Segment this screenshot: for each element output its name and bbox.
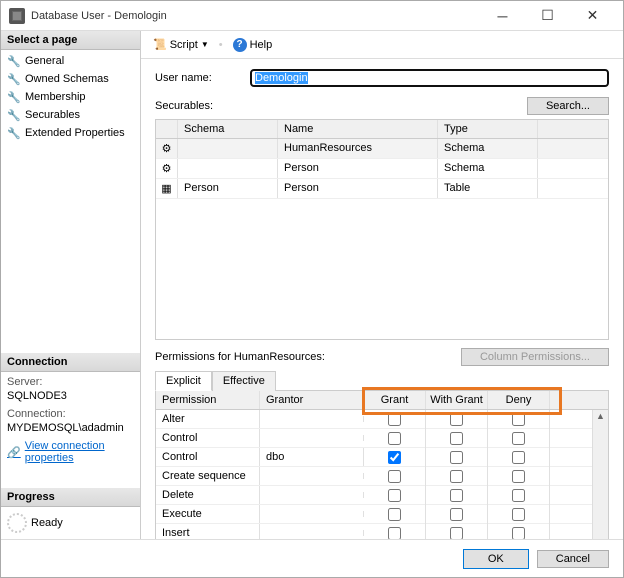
script-icon: 📜 [153, 38, 167, 51]
deny-checkbox[interactable] [512, 451, 525, 464]
grant-checkbox[interactable] [388, 413, 401, 426]
securable-row[interactable]: ⚙HumanResourcesSchema [156, 139, 608, 159]
schema-icon: ⚙ [156, 159, 178, 178]
help-button[interactable]: ? Help [229, 36, 277, 54]
chevron-down-icon: ▼ [201, 40, 209, 49]
tab-effective[interactable]: Effective [212, 371, 276, 391]
maximize-button[interactable]: ☐ [525, 1, 570, 30]
permission-row[interactable]: Create sequence [156, 467, 592, 486]
deny-checkbox[interactable] [512, 489, 525, 502]
permissions-grid: Permission Grantor Grant With Grant Deny… [155, 391, 609, 539]
deny-checkbox[interactable] [512, 432, 525, 445]
permission-row[interactable]: Execute [156, 505, 592, 524]
grant-checkbox[interactable] [388, 489, 401, 502]
connection-icon: 🔗 [7, 445, 21, 459]
col-with-grant[interactable]: With Grant [426, 391, 488, 409]
connection-header: Connection [1, 353, 140, 372]
securables-grid: Schema Name Type ⚙HumanResourcesSchema⚙P… [155, 119, 609, 340]
progress-status: Ready [31, 517, 63, 529]
help-icon: ? [233, 38, 247, 52]
deny-checkbox[interactable] [512, 470, 525, 483]
tab-explicit[interactable]: Explicit [155, 371, 212, 391]
schema-icon: ⚙ [156, 139, 178, 158]
with-grant-checkbox[interactable] [450, 451, 463, 464]
grant-checkbox[interactable] [388, 451, 401, 464]
with-grant-checkbox[interactable] [450, 527, 463, 540]
permission-row[interactable]: Alter [156, 410, 592, 429]
col-type[interactable]: Type [438, 120, 538, 138]
grant-checkbox[interactable] [388, 508, 401, 521]
footer: OK Cancel [1, 539, 623, 577]
pages-header: Select a page [1, 31, 140, 50]
with-grant-checkbox[interactable] [450, 470, 463, 483]
table-icon: ▦ [156, 179, 178, 198]
connection-value: MYDEMOSQL\adadmin [1, 422, 140, 438]
wrench-icon: 🔧 [7, 126, 21, 140]
col-deny[interactable]: Deny [488, 391, 550, 409]
window-title: Database User - Demologin [31, 10, 480, 22]
content: 📜 Script ▼ • ? Help User name: Securable… [141, 31, 623, 539]
page-owned-schemas[interactable]: 🔧Owned Schemas [1, 70, 140, 88]
deny-checkbox[interactable] [512, 413, 525, 426]
connection-label: Connection: [1, 406, 140, 422]
column-permissions-button: Column Permissions... [461, 348, 609, 366]
progress-spinner-icon [7, 513, 27, 533]
username-label: User name: [155, 72, 250, 84]
grant-checkbox[interactable] [388, 432, 401, 445]
page-securables[interactable]: 🔧Securables [1, 106, 140, 124]
col-permission[interactable]: Permission [156, 391, 260, 409]
grant-checkbox[interactable] [388, 527, 401, 540]
permission-tabs: Explicit Effective [155, 370, 609, 391]
permission-row[interactable]: Insert [156, 524, 592, 539]
cancel-button[interactable]: Cancel [537, 550, 609, 568]
search-button[interactable]: Search... [527, 97, 609, 115]
with-grant-checkbox[interactable] [450, 489, 463, 502]
deny-checkbox[interactable] [512, 527, 525, 540]
page-membership[interactable]: 🔧Membership [1, 88, 140, 106]
page-extended-properties[interactable]: 🔧Extended Properties [1, 124, 140, 142]
scroll-up-icon[interactable]: ▲ [596, 410, 605, 422]
securable-row[interactable]: ⚙PersonSchema [156, 159, 608, 179]
col-schema[interactable]: Schema [178, 120, 278, 138]
page-general[interactable]: 🔧General [1, 52, 140, 70]
server-label: Server: [1, 374, 140, 390]
with-grant-checkbox[interactable] [450, 413, 463, 426]
minimize-button[interactable]: ─ [480, 1, 525, 30]
view-connection-properties-link[interactable]: 🔗View connection properties [1, 438, 140, 466]
permissions-label: Permissions for HumanResources: [155, 351, 325, 363]
wrench-icon: 🔧 [7, 108, 21, 122]
progress-header: Progress [1, 488, 140, 507]
wrench-icon: 🔧 [7, 72, 21, 86]
server-value: SQLNODE3 [1, 390, 140, 406]
titlebar: Database User - Demologin ─ ☐ ✕ [1, 1, 623, 31]
col-grantor[interactable]: Grantor [260, 391, 364, 409]
toolbar: 📜 Script ▼ • ? Help [141, 31, 623, 59]
securable-row[interactable]: ▦PersonPersonTable [156, 179, 608, 199]
scrollbar[interactable]: ▲ ▼ [592, 410, 608, 539]
ok-button[interactable]: OK [463, 549, 529, 569]
close-button[interactable]: ✕ [570, 1, 615, 30]
wrench-icon: 🔧 [7, 90, 21, 104]
permission-row[interactable]: Controldbo [156, 448, 592, 467]
col-name[interactable]: Name [278, 120, 438, 138]
script-button[interactable]: 📜 Script ▼ [149, 36, 213, 53]
username-input[interactable] [250, 69, 609, 87]
permission-row[interactable]: Delete [156, 486, 592, 505]
sidebar: Select a page 🔧General 🔧Owned Schemas 🔧M… [1, 31, 141, 539]
col-grant[interactable]: Grant [364, 391, 426, 409]
with-grant-checkbox[interactable] [450, 508, 463, 521]
with-grant-checkbox[interactable] [450, 432, 463, 445]
deny-checkbox[interactable] [512, 508, 525, 521]
wrench-icon: 🔧 [7, 54, 21, 68]
permission-row[interactable]: Control [156, 429, 592, 448]
app-icon [9, 8, 25, 24]
grant-checkbox[interactable] [388, 470, 401, 483]
securables-label: Securables: [155, 100, 213, 112]
